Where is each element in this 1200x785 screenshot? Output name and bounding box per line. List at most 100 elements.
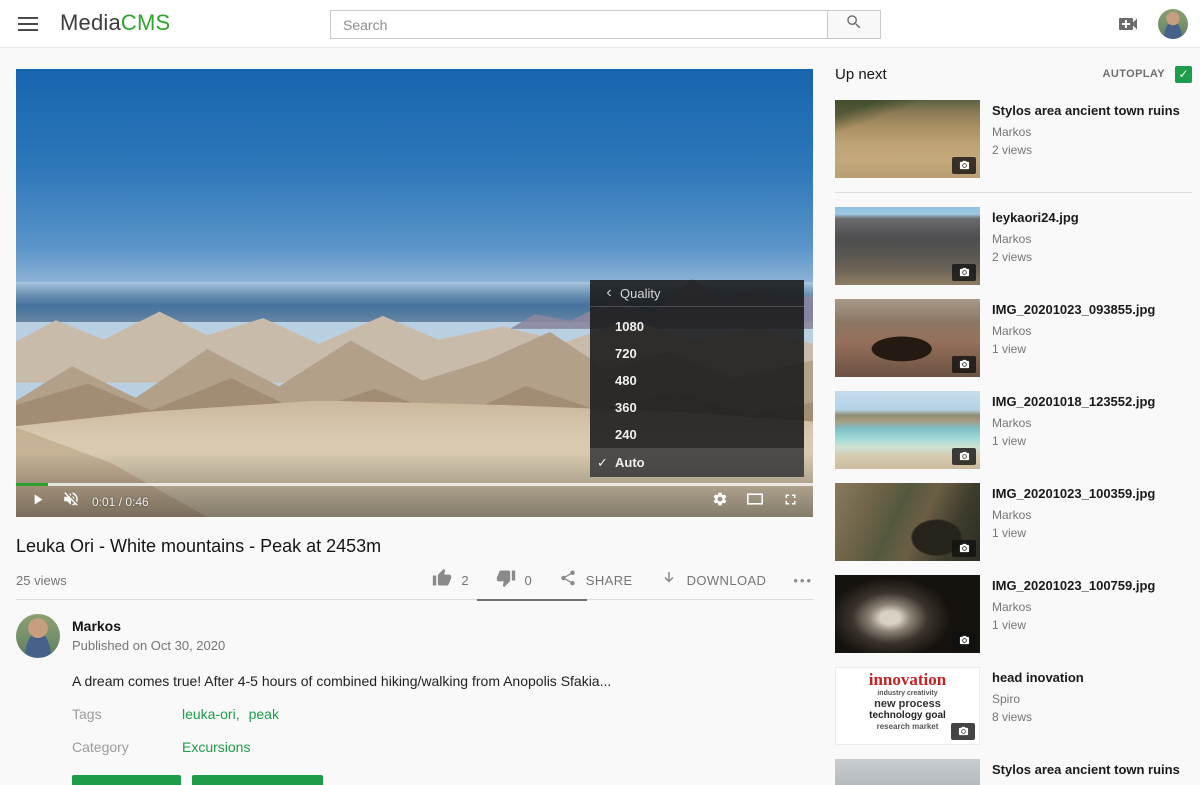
edit-media-button[interactable]: EDIT MEDIA (72, 775, 181, 785)
up-next-item[interactable]: IMG_20201018_123552.jpg Markos 1 view (835, 391, 1192, 469)
wordcloud-main-word: innovation (840, 671, 975, 689)
fullscreen-button[interactable] (782, 491, 799, 513)
volume-off-icon (62, 490, 80, 513)
thumbs-down-icon (496, 568, 516, 593)
author-name[interactable]: Markos (72, 618, 225, 634)
user-avatar[interactable] (1158, 9, 1188, 39)
search-box (330, 10, 881, 39)
up-next-item[interactable]: IMG_20201023_100359.jpg Markos 1 view (835, 483, 1192, 561)
media-description: A dream comes true! After 4-5 hours of c… (72, 673, 813, 689)
camera-badge-icon (952, 157, 976, 174)
settings-button[interactable] (712, 491, 728, 512)
published-date: Published on Oct 30, 2020 (72, 638, 225, 653)
up-next-item[interactable]: leykaori24.jpg Markos 2 views (835, 207, 1192, 285)
item-title[interactable]: IMG_20201018_123552.jpg (992, 393, 1155, 410)
camera-badge-icon (952, 448, 976, 465)
like-button[interactable]: 2 (432, 568, 468, 593)
more-actions-button[interactable]: ••• (793, 573, 813, 588)
up-next-item[interactable]: IMG_20201023_093855.jpg Markos 1 view (835, 299, 1192, 377)
theater-mode-button[interactable] (745, 491, 765, 512)
download-icon (660, 569, 678, 592)
video-thumbnail[interactable] (835, 207, 980, 285)
top-bar: MediaCMS (0, 0, 1200, 48)
item-views: 2 views (992, 250, 1079, 264)
play-button[interactable] (29, 491, 46, 513)
menu-icon[interactable] (18, 17, 38, 31)
quality-option-480[interactable]: 480 (590, 367, 804, 394)
search-button[interactable] (827, 10, 881, 39)
quality-menu-header[interactable]: ‹ Quality (590, 280, 804, 307)
delete-media-button[interactable]: DELETE MEDIA (192, 775, 323, 785)
search-icon (845, 13, 863, 36)
camera-badge-icon (951, 723, 975, 740)
search-input[interactable] (330, 10, 827, 39)
up-next-title: Up next (835, 66, 887, 83)
item-title[interactable]: IMG_20201023_100359.jpg (992, 485, 1155, 502)
play-icon (29, 491, 46, 513)
mute-button[interactable] (62, 490, 80, 513)
upload-media-icon[interactable] (1115, 12, 1141, 36)
item-author: Markos (992, 416, 1155, 430)
wordcloud-words: technology goal (840, 710, 975, 722)
item-author: Markos (992, 600, 1155, 614)
view-count: 25 views (16, 573, 67, 588)
download-label: DOWNLOAD (687, 573, 767, 588)
tags-label: Tags (72, 706, 182, 722)
video-thumbnail[interactable] (835, 483, 980, 561)
category-link[interactable]: Excursions (182, 739, 250, 755)
item-views: 2 views (992, 143, 1180, 157)
item-author: Markos (992, 125, 1180, 139)
item-author: Markos (992, 232, 1079, 246)
up-next-sidebar: Up next AUTOPLAY ✓ Stylos area ancient t… (835, 62, 1192, 785)
up-next-item[interactable]: Stylos area ancient town ruins Markos 2 … (835, 100, 1192, 178)
up-next-item[interactable]: Stylos area ancient town ruins (835, 759, 1192, 785)
share-label: SHARE (586, 573, 633, 588)
quality-option-auto[interactable]: ✓ Auto (590, 448, 804, 477)
video-thumbnail[interactable]: innovation industry creativity new proce… (835, 667, 980, 745)
video-thumbnail[interactable] (835, 299, 980, 377)
item-views: 1 view (992, 618, 1155, 632)
logo-cms: CMS (121, 10, 171, 35)
section-divider (16, 599, 813, 600)
video-thumbnail[interactable] (835, 391, 980, 469)
item-title[interactable]: Stylos area ancient town ruins (992, 761, 1180, 778)
autoplay-checkbox[interactable]: ✓ (1175, 66, 1192, 83)
media-actions: 2 0 SHARE DOWNLOAD ••• (405, 568, 813, 593)
autoplay-control: AUTOPLAY ✓ (1103, 66, 1193, 83)
player-controls: 0:01 / 0:46 (16, 486, 813, 517)
thumbs-up-icon (432, 568, 452, 593)
item-title[interactable]: IMG_20201023_100759.jpg (992, 577, 1155, 594)
up-next-item[interactable]: innovation industry creativity new proce… (835, 667, 1192, 745)
time-display: 0:01 / 0:46 (92, 495, 149, 509)
dislike-count: 0 (525, 573, 532, 588)
item-views: 1 view (992, 526, 1155, 540)
item-title[interactable]: IMG_20201023_093855.jpg (992, 301, 1155, 318)
quality-option-240[interactable]: 240 (590, 421, 804, 448)
item-author: Spiro (992, 692, 1084, 706)
item-title[interactable]: head inovation (992, 669, 1084, 686)
share-button[interactable]: SHARE (559, 569, 633, 592)
wordcloud-words: new process (840, 698, 975, 710)
wordcloud-words: industry creativity (840, 689, 975, 698)
item-title[interactable]: leykaori24.jpg (992, 209, 1079, 226)
quality-option-1080[interactable]: 1080 (590, 313, 804, 340)
video-thumbnail[interactable] (835, 575, 980, 653)
download-button[interactable]: DOWNLOAD (660, 569, 767, 592)
video-thumbnail[interactable] (835, 100, 980, 178)
logo-media: Media (60, 10, 121, 35)
up-next-item[interactable]: IMG_20201023_100759.jpg Markos 1 view (835, 575, 1192, 653)
item-views: 1 view (992, 342, 1155, 356)
item-views: 8 views (992, 710, 1084, 724)
video-thumbnail[interactable] (835, 759, 980, 785)
app-logo[interactable]: MediaCMS (60, 10, 170, 36)
quality-option-360[interactable]: 360 (590, 394, 804, 421)
author-avatar[interactable] (16, 614, 60, 658)
item-title[interactable]: Stylos area ancient town ruins (992, 102, 1180, 119)
video-player[interactable]: ‹ Quality 1080 720 480 360 240 ✓ Auto 0:… (16, 69, 813, 517)
tag-link-peak[interactable]: peak (249, 706, 279, 722)
share-icon (559, 569, 577, 592)
dislike-button[interactable]: 0 (496, 568, 532, 593)
camera-badge-icon (952, 540, 976, 557)
quality-option-720[interactable]: 720 (590, 340, 804, 367)
tag-link-leuka-ori[interactable]: leuka-ori, (182, 706, 240, 722)
